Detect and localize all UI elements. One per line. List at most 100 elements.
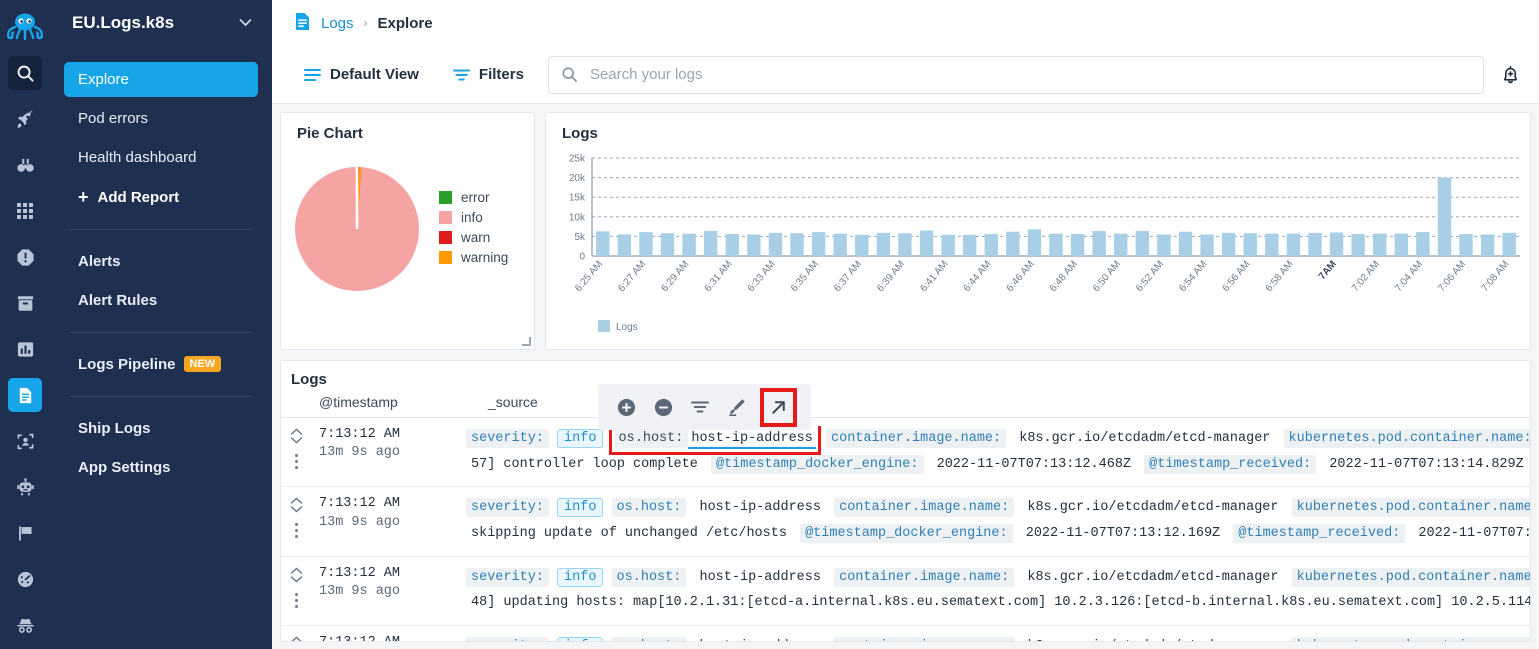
severity-chip[interactable]: info — [557, 567, 604, 587]
expand-collapse-icon[interactable] — [290, 497, 303, 513]
add-report-label: Add Report — [97, 188, 180, 206]
table-row[interactable]: 7:13:12 AM 13m 9s ago severity: info os.… — [281, 418, 1530, 488]
field-key[interactable]: container.image.name: — [834, 498, 1015, 518]
legend-item[interactable]: warning — [439, 250, 508, 265]
resize-handle[interactable] — [522, 337, 531, 346]
table-row[interactable]: 7:13:12 AM 13m 9s ago severity: info os.… — [281, 487, 1530, 557]
sidebar-item-health-dashboard[interactable]: Health dashboard — [64, 140, 258, 175]
svg-text:6:46 AM: 6:46 AM — [1005, 259, 1037, 294]
grid-apps-icon[interactable] — [8, 194, 42, 228]
sidebar-item-alerts[interactable]: Alerts — [64, 244, 258, 279]
app-selector[interactable]: EU.Logs.k8s — [64, 0, 258, 46]
field-key[interactable]: container.image.name: — [834, 636, 1015, 641]
default-view-button[interactable]: Default View — [294, 60, 429, 89]
sidebar-item-logs-pipeline[interactable]: Logs Pipeline NEW — [64, 347, 258, 382]
severity-chip[interactable]: info — [557, 498, 604, 518]
sidebar-item-pod-errors[interactable]: Pod errors — [64, 101, 258, 136]
highlighter-pen-icon[interactable] — [726, 396, 748, 418]
add-report-button[interactable]: + Add Report — [64, 179, 258, 215]
octopus-logo[interactable] — [0, 4, 50, 50]
incognito-icon[interactable] — [8, 608, 42, 642]
expand-collapse-icon[interactable] — [290, 567, 303, 583]
logs-pipeline-label: Logs Pipeline — [78, 356, 176, 373]
field-key[interactable]: os.host: — [611, 498, 687, 518]
user-scan-icon[interactable] — [8, 424, 42, 458]
bell-plus-icon[interactable] — [1500, 64, 1521, 86]
chevron-down-icon[interactable] — [239, 16, 252, 30]
rocket-icon[interactable] — [8, 102, 42, 136]
expand-collapse-icon[interactable] — [290, 636, 303, 641]
sidebar-item-app-settings[interactable]: App Settings — [64, 450, 258, 485]
table-row[interactable]: 7:13:12 AM 13m 9s ago severity: info os.… — [281, 557, 1530, 626]
legend-item[interactable]: info — [439, 210, 508, 225]
row-controls[interactable] — [281, 426, 311, 477]
row-menu-icon[interactable] — [294, 454, 298, 469]
field-key[interactable]: kubernetes.pod.container.name: — [1291, 498, 1530, 518]
field-key[interactable]: kubernetes.pod.container.name: — [1283, 429, 1530, 448]
sidebar-item-alert-rules[interactable]: Alert Rules — [64, 283, 258, 318]
row-controls[interactable] — [281, 634, 311, 641]
field-value: k8s.gcr.io/etcdadm/etcd-manager — [1027, 569, 1279, 585]
filter-icon[interactable] — [690, 399, 710, 415]
document-logs-icon[interactable] — [8, 378, 42, 412]
field-key[interactable]: severity: — [466, 636, 549, 641]
main-area: Logs › Explore Default View Filters Sear… — [272, 0, 1539, 649]
pie-chart[interactable] — [289, 152, 429, 302]
robot-icon[interactable] — [8, 470, 42, 504]
sidebar-item-ship-logs[interactable]: Ship Logs — [64, 411, 258, 446]
filters-button[interactable]: Filters — [443, 60, 534, 89]
arrow-up-right-icon[interactable] — [760, 387, 797, 427]
field-key[interactable]: container.image.name: — [826, 429, 1007, 448]
breadcrumb-logs[interactable]: Logs — [321, 15, 354, 32]
row-menu-icon[interactable] — [294, 523, 298, 539]
table-row[interactable]: 7:13:12 AM severity: info os.host: host-… — [281, 626, 1530, 641]
legend-item[interactable]: warn — [439, 230, 508, 245]
field-value: 2022-11-07T07:13:14.862Z — [1418, 525, 1530, 541]
field-key[interactable]: os.host: — [611, 567, 687, 587]
field-key[interactable]: os.host: — [613, 429, 689, 448]
field-key[interactable]: severity: — [466, 429, 549, 448]
logs-bar-chart[interactable]: 0 5k 10k 15k 20k 25k 6:25 AM 6:27 AM 6:29 AM 6:31… — [546, 146, 1526, 342]
row-timestamp: 7:13:12 AM 13m 9s ago — [311, 565, 466, 616]
flag-icon[interactable] — [8, 516, 42, 550]
severity-chip[interactable]: info — [557, 636, 604, 641]
search-icon[interactable] — [8, 56, 42, 90]
speedometer-icon[interactable] — [8, 562, 42, 596]
field-key[interactable]: @timestamp_received: — [1144, 454, 1317, 474]
field-key[interactable]: container.image.name: — [834, 567, 1015, 587]
minus-circle-icon[interactable] — [653, 397, 674, 418]
legend-swatch-error — [439, 190, 452, 204]
nav-divider-3 — [70, 396, 252, 397]
field-key[interactable]: @timestamp_received: — [1233, 523, 1406, 543]
field-key[interactable]: os.host: — [611, 636, 687, 641]
expand-collapse-icon[interactable] — [290, 428, 303, 444]
field-key[interactable]: kubernetes.pod.container.name: — [1291, 636, 1530, 641]
breadcrumb: Logs › Explore — [272, 0, 1539, 46]
timestamp-relative: 13m 9s ago — [319, 583, 401, 599]
timestamp-value: 7:13:12 AM — [319, 427, 401, 442]
severity-chip[interactable]: info — [557, 429, 604, 448]
sidebar-item-explore[interactable]: Explore — [64, 62, 258, 97]
field-key[interactable]: severity: — [466, 567, 549, 587]
field-key[interactable]: @timestamp_docker_engine: — [710, 454, 924, 474]
svg-text:25k: 25k — [569, 154, 586, 165]
bar-chart-icon[interactable] — [8, 332, 42, 366]
plus-circle-icon[interactable] — [616, 397, 637, 418]
legend-item[interactable]: error — [439, 190, 508, 205]
default-view-label: Default View — [330, 66, 419, 83]
archive-box-icon[interactable] — [8, 286, 42, 320]
search-box[interactable] — [547, 55, 1484, 94]
field-key[interactable]: kubernetes.pod.container.name: — [1291, 567, 1530, 587]
row-controls[interactable] — [281, 565, 311, 616]
row-menu-icon[interactable] — [294, 592, 298, 608]
alert-circle-icon[interactable] — [8, 240, 42, 274]
field-key[interactable]: severity: — [466, 498, 549, 518]
field-value-selected[interactable]: host-ip-address — [688, 430, 816, 449]
search-input[interactable] — [587, 65, 1471, 84]
binoculars-icon[interactable] — [8, 148, 42, 182]
field-key[interactable]: @timestamp_docker_engine: — [800, 523, 1013, 543]
row-controls[interactable] — [281, 495, 311, 546]
th-timestamp[interactable]: @timestamp — [311, 394, 466, 410]
svg-text:6:37 AM: 6:37 AM — [832, 259, 864, 294]
row-source: severity: info os.host: host-ip-address … — [466, 565, 1530, 616]
